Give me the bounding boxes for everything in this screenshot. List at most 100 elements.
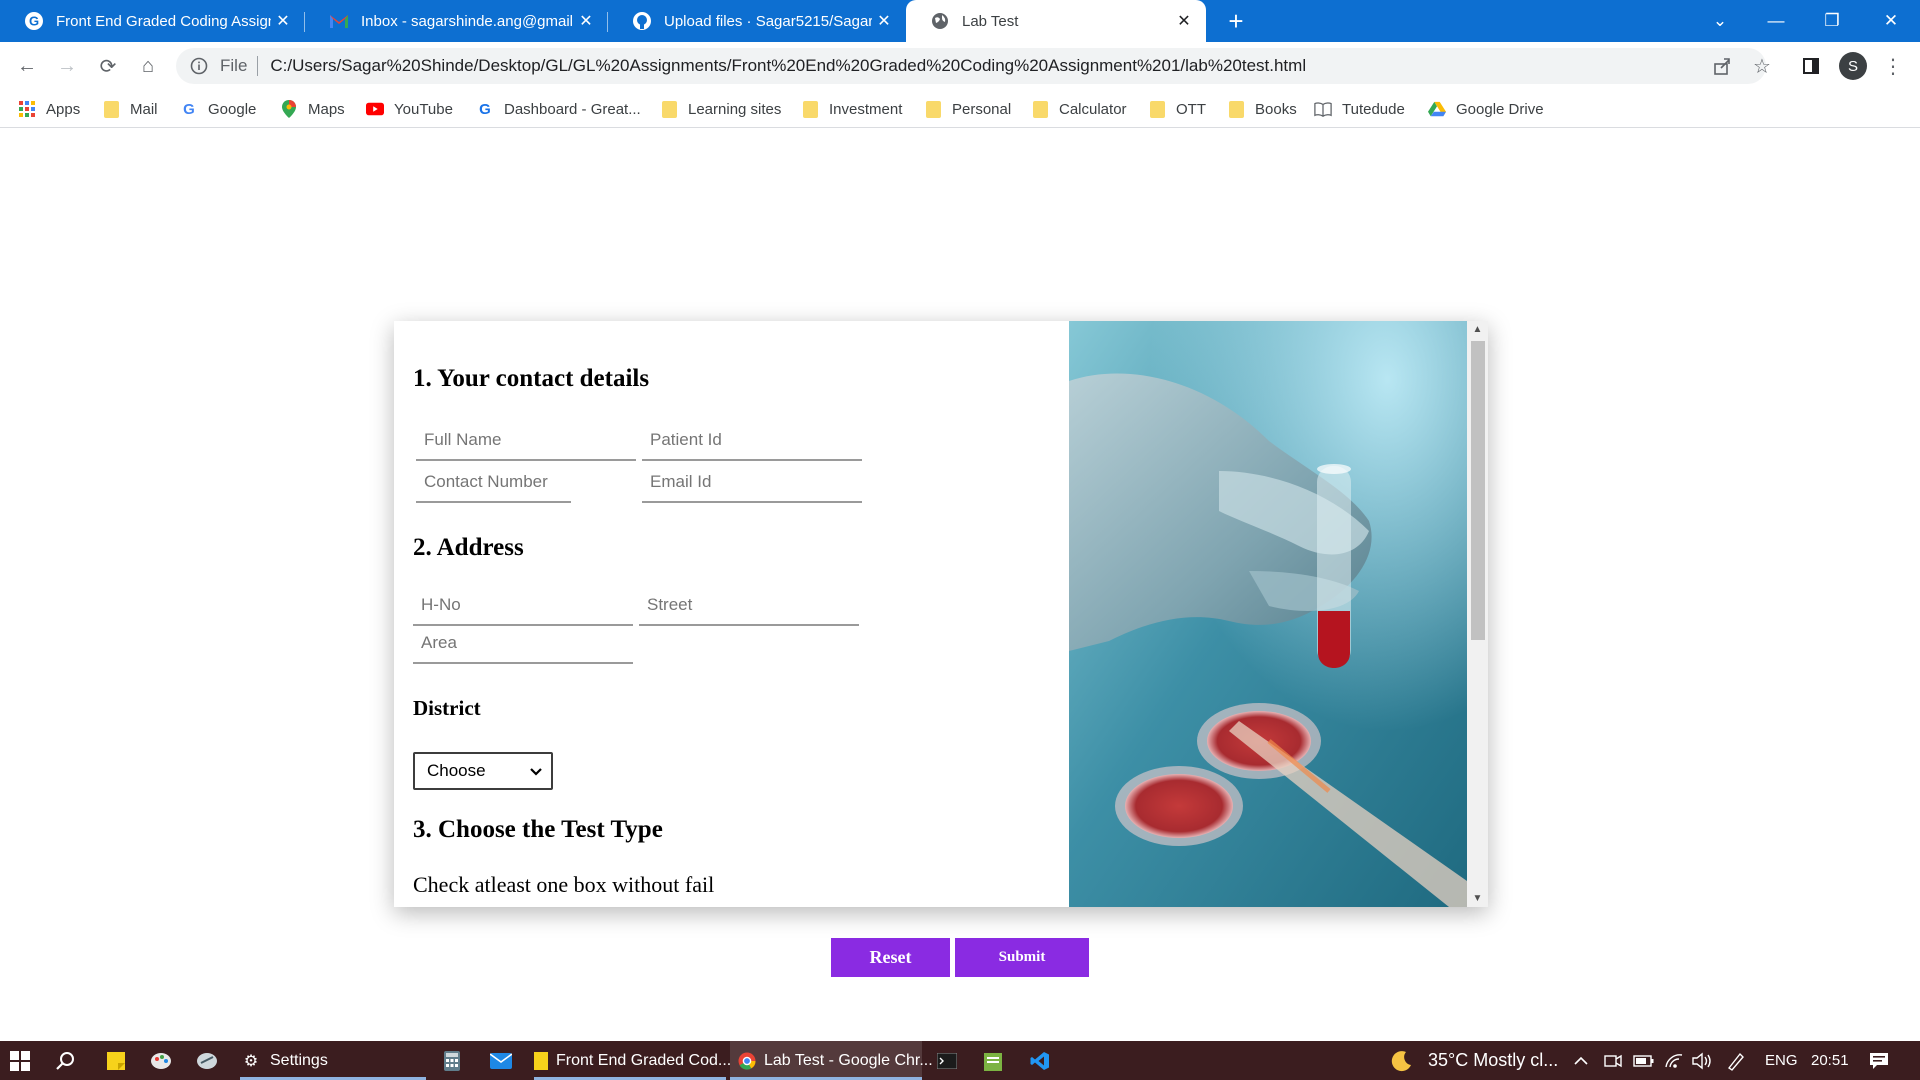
- minimize-button[interactable]: —: [1753, 0, 1799, 42]
- check-box-instruction: Check atleast one box without fail: [413, 872, 715, 897]
- search-icon[interactable]: [56, 1041, 76, 1080]
- book-icon: [1314, 100, 1332, 118]
- weather-text[interactable]: 35°C Mostly cl...: [1428, 1041, 1558, 1080]
- meet-now-icon[interactable]: [1604, 1041, 1622, 1080]
- district-select[interactable]: Choose: [413, 752, 553, 790]
- language-indicator[interactable]: ENG: [1765, 1041, 1798, 1080]
- bookmark-books[interactable]: Books: [1227, 97, 1297, 121]
- close-icon[interactable]: ✕: [872, 9, 896, 33]
- submit-button[interactable]: Submit: [955, 938, 1089, 977]
- form-scroll-area[interactable]: 1. Your contact details Full Name Patien…: [394, 321, 1069, 907]
- tab-title: Upload files · Sagar5215/SagarShinde: [664, 12, 872, 30]
- section-test-type-title: 3. Choose the Test Type: [413, 816, 663, 843]
- bookmark-maps[interactable]: Maps: [280, 97, 345, 121]
- taskbar-settings[interactable]: ⚙ Settings: [240, 1041, 426, 1080]
- scroll-down-arrow-icon[interactable]: ▼: [1467, 890, 1488, 907]
- forward-arrow-icon[interactable]: →: [51, 50, 83, 82]
- bookmark-investment[interactable]: Investment: [801, 97, 902, 121]
- bookmark-dashboard[interactable]: G Dashboard - Great...: [476, 97, 641, 121]
- document-icon: [534, 1050, 548, 1072]
- reload-icon[interactable]: ⟳: [92, 50, 124, 82]
- bookmark-mail[interactable]: Mail: [102, 97, 158, 121]
- tab-github-upload[interactable]: Upload files · Sagar5215/SagarShinde ✕: [608, 0, 906, 42]
- bookmark-calculator[interactable]: Calculator: [1031, 97, 1127, 121]
- close-icon[interactable]: ✕: [574, 9, 598, 33]
- vscode-icon[interactable]: [1030, 1041, 1050, 1080]
- form-scrollbar[interactable]: ▲ ▼: [1467, 321, 1488, 907]
- reset-button[interactable]: Reset: [831, 938, 950, 977]
- bookmark-label: OTT: [1176, 100, 1206, 118]
- bookmark-label: Learning sites: [688, 100, 782, 118]
- sticky-notes-icon[interactable]: [106, 1041, 126, 1080]
- url-scheme: File: [220, 56, 248, 75]
- new-tab-button[interactable]: +: [1222, 7, 1250, 35]
- menu-kebab-icon[interactable]: ⋮: [1875, 48, 1911, 84]
- chevron-up-icon[interactable]: [1573, 1041, 1589, 1080]
- chevron-down-icon: [529, 762, 543, 785]
- browser-toolbar: ← → ⟳ ⌂ File C:/Users/Sagar%20Shinde/Des…: [0, 42, 1920, 89]
- bookmark-learning-sites[interactable]: Learning sites: [660, 97, 781, 121]
- address-bar[interactable]: File C:/Users/Sagar%20Shinde/Desktop/GL/…: [176, 48, 1766, 84]
- bookmark-label: Dashboard - Great...: [504, 100, 641, 118]
- close-icon[interactable]: ✕: [271, 9, 295, 33]
- tab-lab-test[interactable]: Lab Test ✕: [906, 0, 1206, 42]
- windows-taskbar: ⚙ Settings Front End Graded Cod... Lab T…: [0, 1041, 1920, 1080]
- share-icon[interactable]: [1704, 48, 1740, 84]
- info-icon[interactable]: [188, 55, 210, 77]
- mail-icon[interactable]: [490, 1041, 512, 1080]
- folder-icon: [660, 100, 678, 118]
- side-panel-icon[interactable]: [1793, 48, 1829, 84]
- bookmark-star-icon[interactable]: ☆: [1744, 48, 1780, 84]
- google-g-icon: G: [24, 11, 44, 31]
- bookmark-label: Maps: [308, 100, 345, 118]
- scrollbar-thumb[interactable]: [1471, 341, 1485, 640]
- district-label: District: [413, 696, 481, 720]
- street-input[interactable]: Street: [639, 586, 859, 626]
- back-arrow-icon[interactable]: ←: [11, 50, 43, 82]
- email-id-input[interactable]: Email Id: [642, 463, 862, 503]
- bookmark-google-drive[interactable]: Google Drive: [1428, 97, 1544, 121]
- bookmark-label: Tutedude: [1342, 100, 1405, 118]
- scroll-up-arrow-icon[interactable]: ▲: [1467, 321, 1488, 338]
- tab-search-chevron-icon[interactable]: ⌄: [1697, 0, 1743, 42]
- maps-pin-icon: [280, 100, 298, 118]
- pen-icon[interactable]: [1726, 1041, 1746, 1080]
- notepad-icon[interactable]: [984, 1041, 1002, 1080]
- tab-front-end-assignment[interactable]: G Front End Graded Coding Assignment ✕: [0, 0, 305, 42]
- tab-gmail-inbox[interactable]: Inbox - sagarshinde.ang@gmail.com ✕: [305, 0, 608, 42]
- bookmark-google[interactable]: G Google: [180, 97, 256, 121]
- patient-id-input[interactable]: Patient Id: [642, 421, 862, 461]
- notification-icon[interactable]: [1869, 1041, 1889, 1080]
- house-number-input[interactable]: H-No: [413, 586, 633, 626]
- profile-avatar[interactable]: S: [1839, 52, 1867, 80]
- app-icon[interactable]: [196, 1041, 218, 1080]
- section-address-title: 2. Address: [413, 534, 524, 561]
- taskbar-word-document[interactable]: Front End Graded Cod...: [534, 1041, 731, 1080]
- terminal-icon[interactable]: [937, 1041, 957, 1080]
- restore-button[interactable]: ❐: [1809, 0, 1855, 42]
- bookmark-tutedude[interactable]: Tutedude: [1314, 97, 1405, 121]
- bookmark-youtube[interactable]: YouTube: [366, 97, 453, 121]
- bookmark-apps[interactable]: Apps: [18, 97, 80, 121]
- calculator-icon[interactable]: [444, 1041, 460, 1080]
- wifi-icon[interactable]: [1664, 1041, 1684, 1080]
- taskbar-chrome[interactable]: Lab Test - Google Chr...: [730, 1041, 933, 1080]
- speaker-icon[interactable]: [1692, 1041, 1714, 1080]
- area-input[interactable]: Area: [413, 624, 633, 664]
- bookmark-ott[interactable]: OTT: [1148, 97, 1206, 121]
- home-icon[interactable]: ⌂: [132, 50, 164, 82]
- clock-time[interactable]: 20:51: [1811, 1041, 1849, 1080]
- weather-moon-icon[interactable]: [1390, 1041, 1414, 1080]
- bookmark-label: Investment: [829, 100, 903, 118]
- full-name-input[interactable]: Full Name: [416, 421, 636, 461]
- bookmark-personal[interactable]: Personal: [924, 97, 1011, 121]
- contact-number-input[interactable]: Contact Number: [416, 463, 571, 503]
- svg-text:G: G: [479, 101, 491, 117]
- close-window-button[interactable]: ✕: [1868, 0, 1914, 42]
- windows-start-icon[interactable]: [10, 1041, 30, 1080]
- paint-palette-icon[interactable]: [150, 1041, 172, 1080]
- url-text[interactable]: C:/Users/Sagar%20Shinde/Desktop/GL/GL%20…: [270, 56, 1306, 76]
- close-icon[interactable]: ✕: [1172, 9, 1196, 33]
- apps-grid-icon: [18, 100, 36, 118]
- battery-icon[interactable]: [1633, 1041, 1655, 1080]
